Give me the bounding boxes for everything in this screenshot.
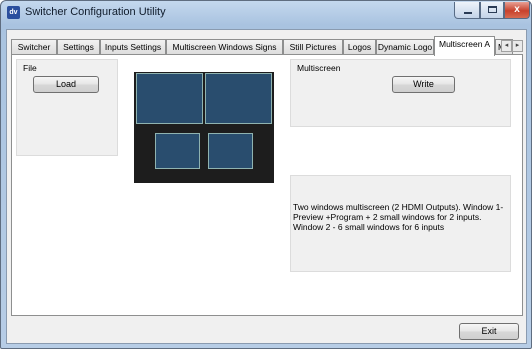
preview-window-1: [136, 73, 203, 124]
tab-logos[interactable]: Logos: [343, 39, 376, 55]
window-title: Switcher Configuration Utility: [25, 6, 166, 18]
tab-panel-multiscreen-a: File Load Multiscreen Write Two windows …: [11, 54, 523, 316]
minimize-button[interactable]: [454, 2, 480, 19]
file-group: File Load: [16, 59, 118, 156]
app-logo-icon: dv: [7, 6, 20, 19]
tab-multiscreen-a[interactable]: Multiscreen A: [434, 36, 495, 56]
tab-multiscreen-windows-signs[interactable]: Multiscreen Windows Signs: [166, 39, 283, 55]
tab-inputs-settings[interactable]: Inputs Settings: [100, 39, 166, 55]
multiscreen-layout-preview: [134, 72, 274, 183]
title-bar[interactable]: dv Switcher Configuration Utility x: [1, 1, 531, 25]
tab-settings[interactable]: Settings: [57, 39, 100, 55]
multiscreen-group: Multiscreen Write: [290, 59, 511, 127]
preview-window-4: [208, 133, 253, 169]
tab-scroll-right-icon[interactable]: ▸: [512, 40, 523, 52]
maximize-icon: [488, 6, 497, 13]
multiscreen-group-label: Multiscreen: [297, 63, 341, 73]
write-button[interactable]: Write: [392, 76, 455, 93]
multiscreen-description: Two windows multiscreen (2 HDMI Outputs)…: [290, 175, 511, 272]
preview-window-3: [155, 133, 200, 169]
tab-still-pictures[interactable]: Still Pictures: [283, 39, 343, 55]
minimize-icon: [464, 12, 472, 14]
client-area: Switcher Settings Inputs Settings Multis…: [6, 29, 527, 344]
file-group-label: File: [23, 63, 37, 73]
close-icon: x: [514, 4, 520, 15]
tab-switcher[interactable]: Switcher: [11, 39, 57, 55]
preview-window-2: [205, 73, 272, 124]
exit-button[interactable]: Exit: [459, 323, 519, 340]
tab-dynamic-logo[interactable]: Dynamic Logo: [376, 39, 434, 55]
close-button[interactable]: x: [504, 2, 530, 19]
tab-scroll-left-icon[interactable]: ◂: [501, 40, 512, 52]
maximize-button[interactable]: [480, 2, 504, 19]
app-window: dv Switcher Configuration Utility x Swit…: [0, 0, 532, 349]
load-button[interactable]: Load: [33, 76, 99, 93]
tab-strip: Switcher Settings Inputs Settings Multis…: [11, 36, 523, 56]
